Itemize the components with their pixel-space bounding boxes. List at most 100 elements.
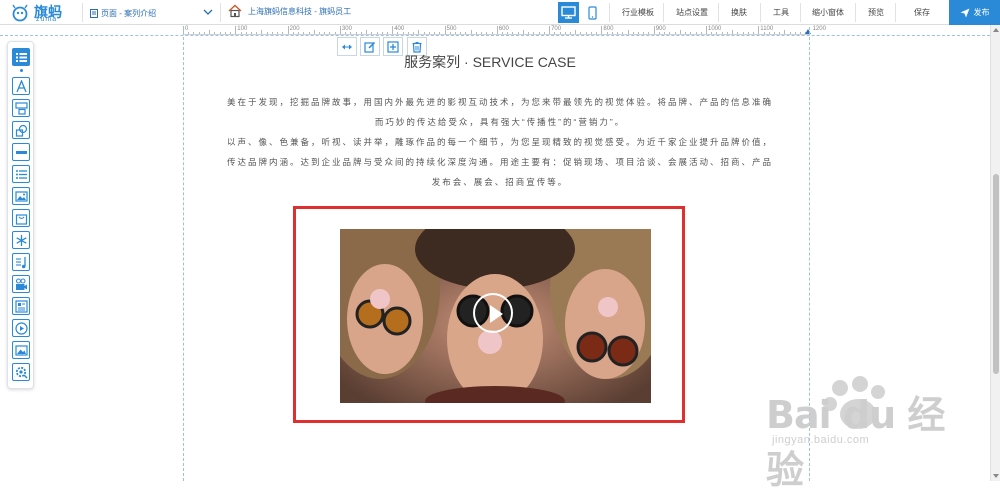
ruler-tick	[711, 32, 713, 34]
ruler-tick	[747, 32, 749, 34]
ruler-tick	[768, 32, 770, 34]
tool-article[interactable]	[12, 297, 30, 315]
tool-layout[interactable]	[12, 99, 30, 117]
ruler-tick	[685, 32, 687, 34]
add-icon	[387, 40, 399, 53]
top-toolbar: 旗蚂 zuma 页面 - 案列介绍 上海旗蚂信息科技 - 旗蚂员工 行业模板 站…	[0, 0, 1000, 25]
ruler-tick	[413, 32, 415, 34]
desktop-icon	[561, 6, 576, 19]
tool-gallery[interactable]	[12, 187, 30, 205]
ruler-tick	[496, 26, 498, 34]
ruler-tick	[528, 32, 530, 34]
scroll-up-icon[interactable]	[993, 28, 999, 32]
ruler-tick	[219, 32, 221, 34]
ruler-tick	[313, 30, 315, 34]
menu-industry-templates[interactable]: 行业模板	[622, 7, 654, 18]
ruler-tick	[266, 32, 268, 34]
ruler-tick	[559, 32, 561, 34]
desktop-view-button[interactable]	[558, 2, 579, 23]
ruler-tick	[721, 32, 723, 34]
divider	[220, 3, 221, 22]
baidu-watermark: Bai du 经验 jingyan.baidu.com	[760, 370, 960, 492]
tool-list-lines[interactable]	[12, 165, 30, 183]
ruler-tick	[643, 32, 645, 34]
brand-logo[interactable]: 旗蚂 zuma	[10, 2, 80, 24]
snowflake-icon	[15, 234, 27, 246]
tool-effects[interactable]	[12, 231, 30, 249]
menu-shrink-window[interactable]: 缩小窗体	[812, 7, 844, 18]
ruler-tick	[282, 32, 284, 34]
ruler-tick	[664, 32, 666, 34]
ruler-tick	[596, 32, 598, 34]
tool-list[interactable]	[12, 48, 30, 66]
scroll-down-icon[interactable]	[993, 474, 999, 478]
site-name-link[interactable]: 上海旗蚂信息科技 - 旗蚂员工	[228, 4, 351, 18]
menu-preview[interactable]: 预览	[868, 7, 884, 18]
top-guide-line	[0, 35, 990, 36]
menu-site-settings[interactable]: 站点设置	[676, 7, 708, 18]
section-title: 服务案列 · SERVICE CASE	[404, 54, 576, 70]
active-indicator	[20, 69, 23, 72]
play-circle-icon	[14, 321, 28, 335]
ruler-label: 1100	[760, 26, 774, 32]
ruler-tick	[355, 32, 357, 34]
ruler-tick	[214, 32, 216, 34]
publish-button[interactable]: 发布	[949, 0, 1000, 25]
ruler-tick	[742, 32, 744, 34]
guide-marker-icon[interactable]	[805, 29, 811, 34]
tool-shapes[interactable]	[12, 121, 30, 139]
ruler-tick	[224, 32, 226, 34]
tool-music[interactable]	[12, 253, 30, 271]
tool-shop[interactable]	[12, 209, 30, 227]
play-button[interactable]	[473, 293, 513, 333]
page-scrollbar[interactable]	[990, 25, 1000, 481]
logo-subtext: zuma	[36, 16, 58, 23]
scroll-thumb[interactable]	[993, 174, 999, 374]
chevron-down-icon	[203, 9, 213, 15]
tool-divider[interactable]	[12, 143, 30, 161]
ruler-tick	[753, 32, 755, 34]
ruler-tick	[706, 26, 707, 34]
ruler-tick	[570, 32, 572, 34]
ruler-tick	[502, 32, 504, 34]
ruler-tick	[658, 32, 660, 34]
ruler-tick	[308, 32, 310, 34]
ruler-tick	[590, 32, 592, 34]
ruler-tick	[423, 32, 425, 34]
ruler-tick	[695, 32, 697, 34]
ruler-tick	[271, 32, 273, 34]
ruler-tick	[188, 32, 190, 34]
ruler-tick	[397, 32, 399, 34]
ruler-tick	[444, 26, 446, 34]
ruler-tick	[407, 32, 409, 34]
menu-tools[interactable]: 工具	[773, 7, 789, 18]
ruler-tick	[339, 26, 341, 34]
ruler-tick	[653, 26, 655, 34]
page-select-label: 页面 - 案列介绍	[101, 8, 157, 18]
ruler-tick	[366, 30, 368, 34]
ruler-tick	[648, 32, 650, 34]
shapes-icon	[15, 124, 27, 137]
ruler-tick	[627, 30, 629, 34]
ruler-tick	[779, 32, 781, 34]
tool-media-player[interactable]	[12, 319, 30, 337]
tool-text[interactable]	[12, 77, 30, 95]
divider	[82, 3, 83, 22]
tool-settings[interactable]	[12, 363, 30, 381]
ruler-tick	[549, 26, 551, 34]
description-line: 而巧妙的传达给受众，具有强大“传播性”的“营销力”。	[374, 117, 626, 127]
page-select-dropdown[interactable]: 页面 - 案列介绍	[90, 5, 215, 21]
mobile-view-button[interactable]	[582, 2, 603, 23]
description-line: 美在于发现，挖掘品牌故事，用国内外最先进的影视互动技术，为您来带最领先的视觉体验…	[226, 97, 773, 107]
menu-save[interactable]: 保存	[914, 7, 930, 18]
tool-video[interactable]	[12, 275, 30, 293]
tool-image[interactable]	[12, 341, 30, 359]
menu-skin[interactable]: 换肤	[731, 7, 747, 18]
ruler-tick	[376, 32, 378, 34]
ruler-tick	[758, 26, 760, 34]
ruler-tick	[716, 32, 718, 34]
ruler-tick	[371, 32, 373, 34]
ruler-tick	[230, 32, 232, 34]
ruler-tick	[491, 32, 493, 34]
list-lines-icon	[15, 169, 27, 179]
